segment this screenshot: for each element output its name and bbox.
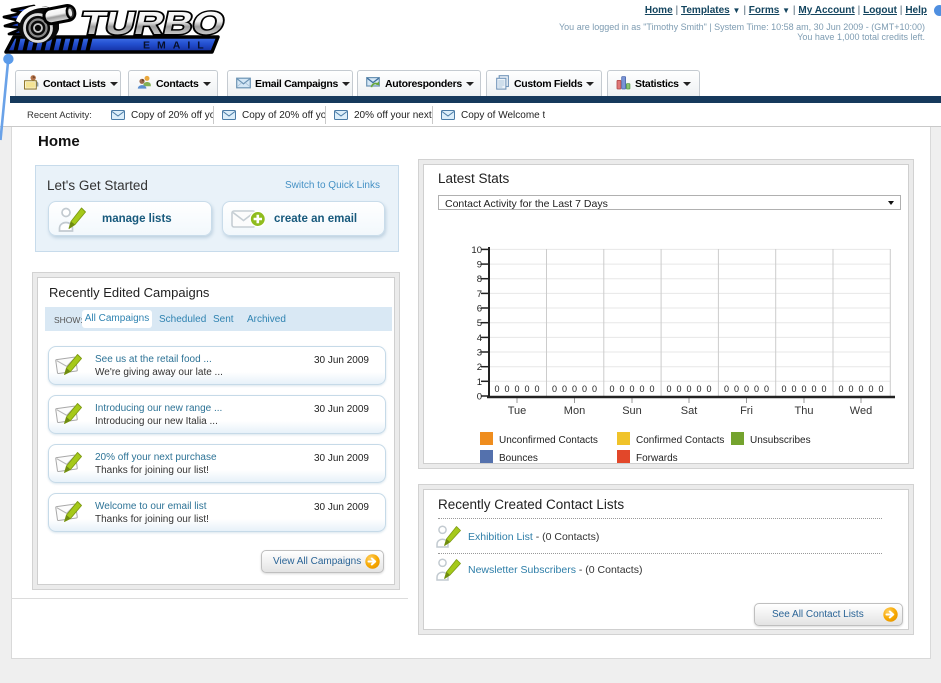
svg-text:EMAIL: EMAIL	[143, 40, 211, 52]
svg-text:0: 0	[534, 384, 539, 394]
svg-text:9: 9	[477, 260, 482, 271]
svg-text:2: 2	[477, 362, 482, 373]
svg-text:0: 0	[754, 384, 759, 394]
svg-text:0: 0	[639, 384, 644, 394]
svg-text:0: 0	[764, 384, 769, 394]
svg-text:0: 0	[744, 384, 749, 394]
svg-text:Unsubscribes: Unsubscribes	[750, 435, 811, 446]
svg-text:Unconfirmed Contacts: Unconfirmed Contacts	[499, 435, 598, 446]
svg-text:Bounces: Bounces	[499, 453, 538, 463]
svg-text:0: 0	[821, 384, 826, 394]
svg-text:3: 3	[477, 348, 482, 359]
svg-text:Mon: Mon	[564, 405, 585, 417]
svg-text:10: 10	[471, 245, 482, 256]
svg-text:0: 0	[848, 384, 853, 394]
svg-text:0: 0	[724, 384, 729, 394]
svg-text:Sun: Sun	[622, 405, 642, 417]
svg-text:Fri: Fri	[740, 405, 753, 417]
svg-text:0: 0	[838, 384, 843, 394]
svg-text:Forwards: Forwards	[636, 453, 678, 463]
svg-text:TURBO: TURBO	[78, 5, 229, 41]
svg-text:0: 0	[629, 384, 634, 394]
svg-text:0: 0	[706, 384, 711, 394]
svg-text:0: 0	[878, 384, 883, 394]
svg-text:0: 0	[696, 384, 701, 394]
svg-text:0: 0	[562, 384, 567, 394]
svg-text:0: 0	[801, 384, 806, 394]
svg-text:6: 6	[477, 304, 482, 315]
svg-text:0: 0	[811, 384, 816, 394]
svg-text:0: 0	[666, 384, 671, 394]
svg-text:0: 0	[609, 384, 614, 394]
svg-text:0: 0	[686, 384, 691, 394]
svg-text:0: 0	[734, 384, 739, 394]
svg-text:0: 0	[649, 384, 654, 394]
svg-text:4: 4	[477, 333, 482, 344]
svg-text:5: 5	[477, 318, 482, 329]
svg-text:Tue: Tue	[508, 405, 527, 417]
svg-text:1: 1	[477, 377, 482, 388]
svg-text:0: 0	[494, 384, 499, 394]
svg-text:Wed: Wed	[850, 405, 872, 417]
svg-text:Thu: Thu	[795, 405, 814, 417]
svg-text:0: 0	[676, 384, 681, 394]
svg-text:0: 0	[477, 392, 482, 403]
svg-text:Sat: Sat	[681, 405, 698, 417]
svg-text:0: 0	[868, 384, 873, 394]
svg-text:0: 0	[514, 384, 519, 394]
svg-text:0: 0	[781, 384, 786, 394]
svg-text:8: 8	[477, 274, 482, 285]
svg-text:Confirmed Contacts: Confirmed Contacts	[636, 435, 724, 446]
svg-text:0: 0	[504, 384, 509, 394]
svg-text:0: 0	[572, 384, 577, 394]
svg-text:0: 0	[619, 384, 624, 394]
svg-text:0: 0	[582, 384, 587, 394]
svg-text:7: 7	[477, 289, 482, 300]
svg-text:0: 0	[552, 384, 557, 394]
svg-text:0: 0	[592, 384, 597, 394]
svg-text:0: 0	[858, 384, 863, 394]
svg-text:0: 0	[791, 384, 796, 394]
svg-text:0: 0	[524, 384, 529, 394]
